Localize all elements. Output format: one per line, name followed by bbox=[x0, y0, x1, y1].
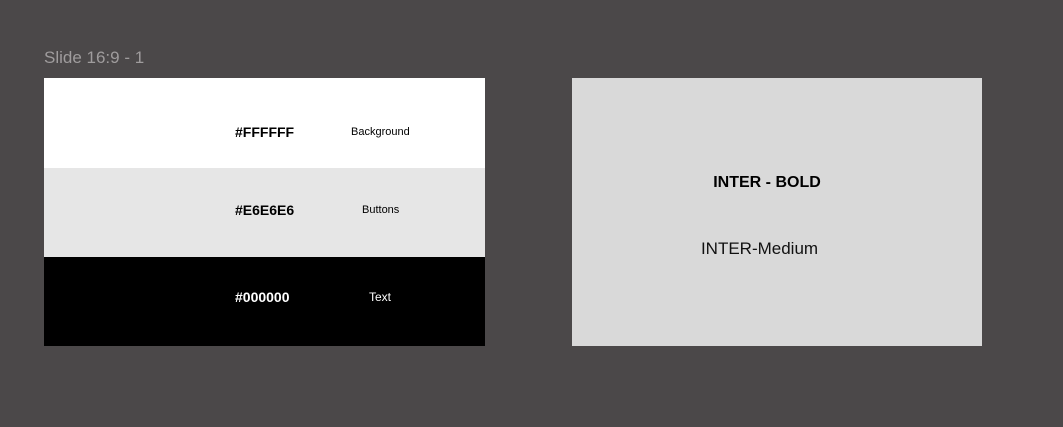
swatch-role-label: Background bbox=[351, 126, 410, 138]
font-bold-sample: INTER - BOLD bbox=[713, 174, 821, 191]
swatch-hex-label: #000000 bbox=[235, 289, 290, 305]
font-medium-sample: INTER-Medium bbox=[700, 239, 819, 258]
swatch-role-label: Buttons bbox=[362, 204, 400, 216]
typography-frame[interactable]: INTER - BOLD INTER-Medium bbox=[572, 78, 982, 346]
frame-title[interactable]: Slide 16:9 - 1 bbox=[44, 48, 144, 68]
color-palette-frame[interactable]: #FFFFFF Background #E6E6E6 Buttons #0000… bbox=[44, 78, 485, 346]
swatch-role-label: Text bbox=[369, 290, 392, 304]
swatch-hex-label: #E6E6E6 bbox=[235, 202, 295, 218]
swatch-background[interactable]: #FFFFFF Background bbox=[44, 78, 485, 168]
swatch-hex-label: #FFFFFF bbox=[235, 124, 295, 140]
swatch-buttons[interactable]: #E6E6E6 Buttons bbox=[44, 168, 485, 257]
swatch-text[interactable]: #000000 Text bbox=[44, 257, 485, 346]
